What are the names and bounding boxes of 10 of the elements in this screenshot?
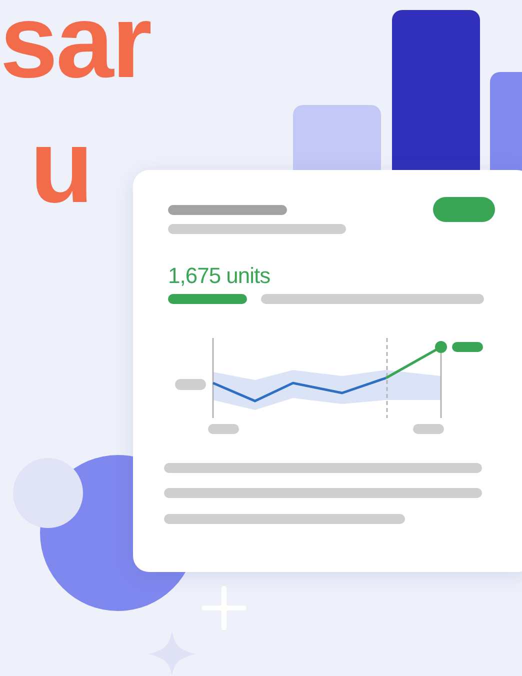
hero-heading: sar xyxy=(0,0,150,86)
axis-label-placeholder xyxy=(175,379,206,390)
data-point xyxy=(435,341,447,353)
axis-label-placeholder xyxy=(413,424,444,434)
status-pill xyxy=(433,197,495,222)
axis-label-placeholder xyxy=(208,424,239,434)
point-label-placeholder xyxy=(452,342,483,352)
hero-heading: u xyxy=(29,125,93,211)
marker-line xyxy=(440,350,442,418)
metric-value: 1,675 units xyxy=(168,262,270,290)
